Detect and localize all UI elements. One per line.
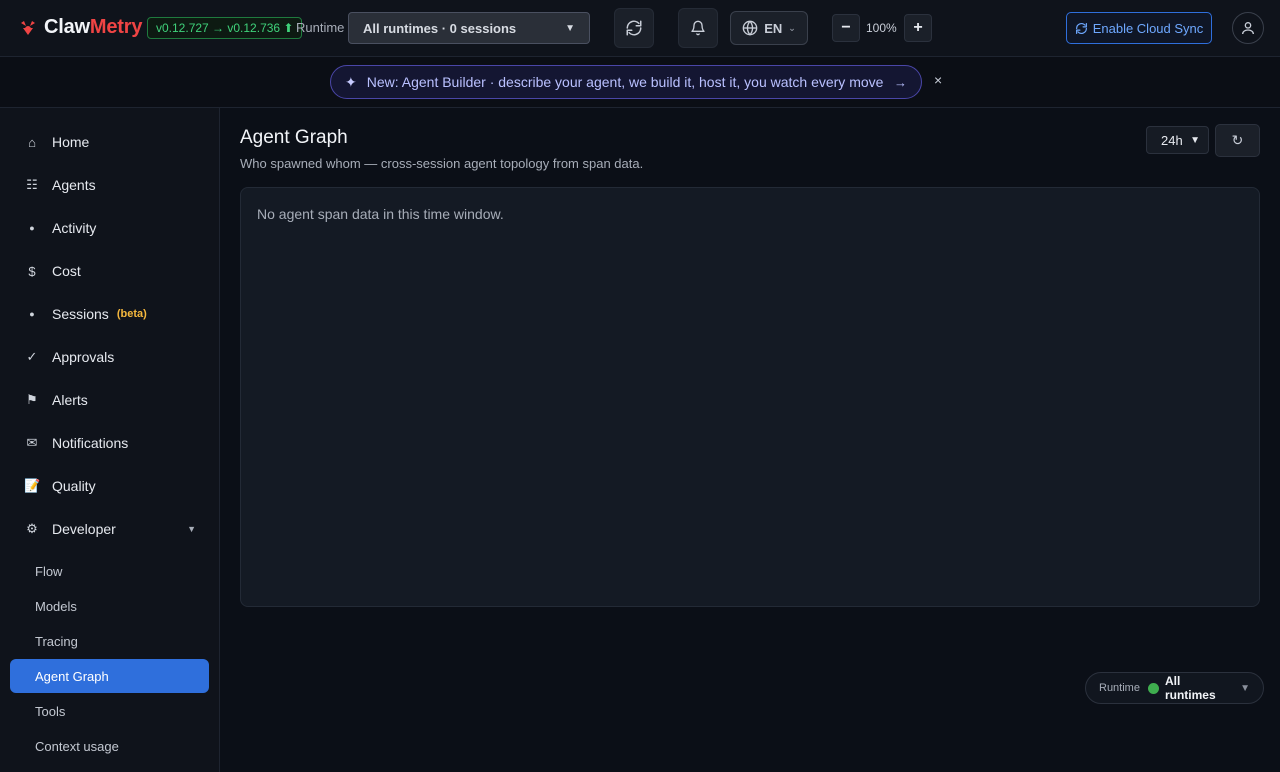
sidebar-sub-agent-graph[interactable]: Agent Graph	[10, 659, 209, 693]
activity-icon: ●	[29, 223, 35, 233]
arrow-right-icon: →	[894, 74, 907, 90]
sidebar-item-developer[interactable]: ⚙ Developer ▼	[10, 512, 210, 546]
check-icon: ✓	[26, 349, 38, 364]
chevron-down-icon: ▼	[187, 524, 196, 534]
sidebar-item-activity[interactable]: ● Activity	[10, 211, 210, 245]
agent-graph-panel: No agent span data in this time window.	[240, 187, 1260, 607]
sidebar-item-label: Agents	[52, 177, 96, 193]
flag-icon: ⚑	[26, 392, 38, 407]
sidebar-item-label: Cost	[52, 263, 81, 279]
chevron-down-icon: ▼	[1240, 682, 1250, 694]
sync-icon	[1075, 22, 1087, 34]
runtime-select-value: All runtimes · 0 sessions	[363, 20, 517, 36]
refresh-icon	[626, 20, 642, 36]
sidebar-item-label: Home	[52, 134, 90, 150]
user-icon	[1242, 22, 1254, 35]
sidebar-item-quality[interactable]: 📝 Quality	[10, 469, 210, 503]
announcement-bar: ✦ New: Agent Builder · describe your age…	[0, 57, 1280, 108]
sidebar-sub-models[interactable]: Models	[10, 589, 209, 623]
sidebar-item-label: Developer	[52, 521, 116, 537]
page-subtitle: Who spawned whom — cross-session agent t…	[240, 156, 644, 171]
envelope-icon: ✉	[26, 435, 38, 450]
globe-icon	[742, 20, 758, 36]
sidebar-item-label: Notifications	[52, 435, 129, 451]
beta-badge: (beta)	[116, 308, 147, 320]
dollar-icon: $	[28, 263, 36, 279]
sidebar-item-alerts[interactable]: ⚑ Alerts	[10, 383, 210, 417]
gear-icon: ⚙	[26, 521, 38, 536]
bell-icon	[691, 20, 705, 36]
close-announcement-button[interactable]: ×	[934, 72, 942, 88]
top-bar: ClawMetry v0.12.727 → v0.12.736 ⬆ Runtim…	[0, 0, 1280, 57]
sidebar-item-label: Activity	[52, 220, 97, 236]
sidebar-item-notifications[interactable]: ✉ Notifications	[10, 426, 210, 460]
language-button[interactable]: EN ⌄	[730, 11, 808, 45]
zoom-out-button[interactable]: −	[832, 14, 860, 42]
enable-cloud-sync-button[interactable]: Enable Cloud Sync	[1066, 12, 1212, 44]
sidebar-sub-context-usage[interactable]: Context usage	[10, 729, 209, 763]
agent-builder-announcement[interactable]: ✦ New: Agent Builder · describe your age…	[330, 65, 922, 99]
refresh-button[interactable]	[614, 8, 654, 48]
sidebar-item-label: Sessions	[52, 306, 109, 322]
home-icon: ⌂	[28, 134, 36, 150]
empty-state-message: No agent span data in this time window.	[257, 206, 504, 222]
notifications-button[interactable]	[678, 8, 718, 48]
runtime-pill-label: Runtime	[1099, 682, 1140, 694]
version-badge[interactable]: v0.12.727 → v0.12.736 ⬆	[147, 17, 303, 39]
sidebar-item-sessions[interactable]: ● Sessions (beta)	[10, 297, 210, 331]
sidebar-item-approvals[interactable]: ✓ Approvals	[10, 340, 210, 374]
chevron-down-icon: ▼	[1190, 134, 1200, 146]
announcement-text: New: Agent Builder · describe your agent…	[366, 74, 884, 90]
sidebar-sub-tracing[interactable]: Tracing	[10, 624, 209, 658]
sessions-icon: ●	[29, 309, 35, 319]
sidebar-item-home[interactable]: ⌂ Home	[10, 125, 210, 159]
claw-logo-icon	[21, 20, 35, 35]
sidebar-item-label: Approvals	[52, 349, 115, 365]
zoom-in-button[interactable]: +	[904, 14, 932, 42]
cloud-sync-label: Enable Cloud Sync	[1092, 20, 1204, 36]
time-range-value: 24h	[1161, 132, 1183, 148]
zoom-level: 100%	[866, 21, 897, 35]
runtime-select[interactable]: All runtimes · 0 sessions ▼	[348, 12, 590, 44]
page-title: Agent Graph	[240, 127, 348, 148]
runtime-pill-value: All runtimes	[1164, 674, 1216, 702]
runtime-switcher-pill[interactable]: Runtime All runtimes ▼	[1085, 672, 1264, 704]
app-logo[interactable]: ClawMetry	[18, 16, 142, 39]
runtime-label: Runtime	[296, 20, 345, 35]
sidebar-item-label: Quality	[52, 478, 96, 494]
agents-icon: ☷	[26, 177, 38, 192]
graph-refresh-button[interactable]: ↻	[1215, 124, 1260, 157]
sidebar-item-cost[interactable]: $ Cost	[10, 254, 210, 288]
memo-icon: 📝	[24, 478, 41, 493]
sidebar-sub-flow[interactable]: Flow	[10, 554, 209, 588]
status-dot-icon	[1147, 682, 1159, 694]
time-range-select[interactable]: 24h ▼	[1146, 126, 1209, 154]
chevron-down-icon: ⌄	[788, 22, 796, 33]
sidebar-sub-tools[interactable]: Tools	[10, 694, 209, 728]
sidebar-item-agents[interactable]: ☷ Agents	[10, 168, 210, 202]
language-label: EN	[764, 20, 783, 36]
sparkle-icon: ✦	[345, 73, 357, 90]
chevron-down-icon: ▼	[565, 22, 575, 34]
user-avatar-button[interactable]	[1232, 12, 1264, 44]
sidebar-item-label: Alerts	[52, 392, 88, 408]
logo-text: ClawMetry	[44, 16, 143, 38]
